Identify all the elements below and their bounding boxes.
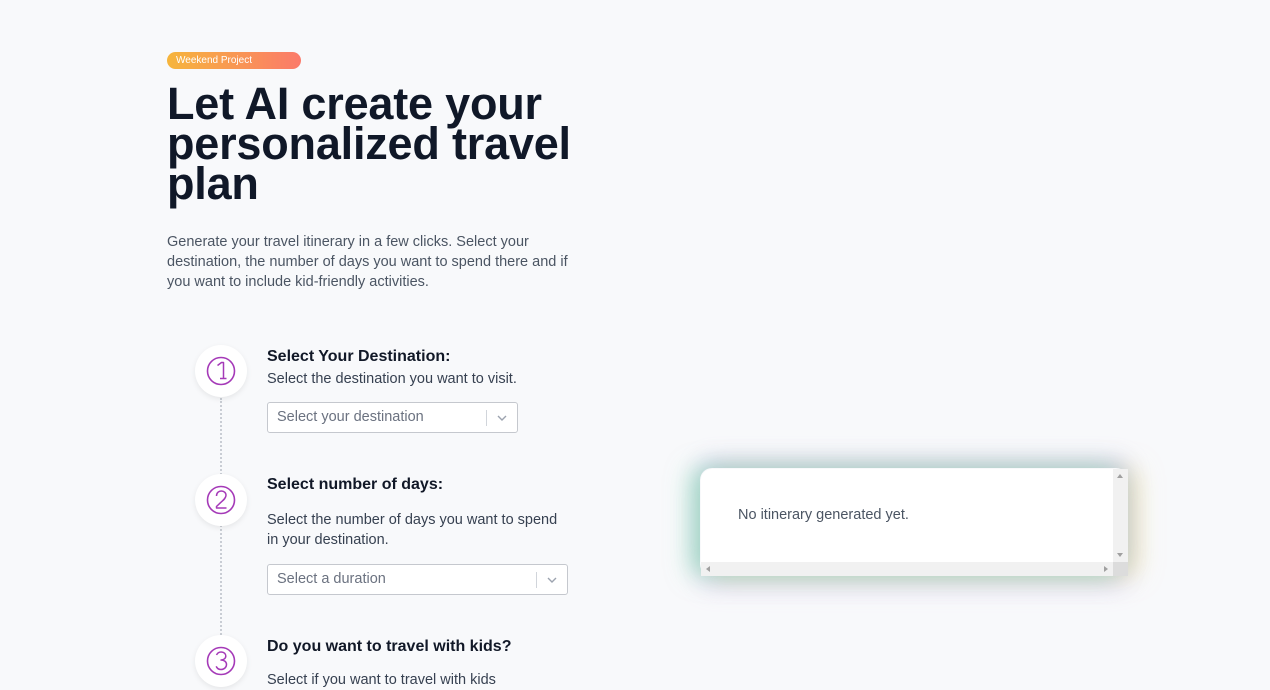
scroll-right-arrow-icon[interactable] bbox=[1104, 566, 1108, 572]
select-separator bbox=[536, 572, 537, 588]
page-title: Let AI create your personalized travel p… bbox=[167, 78, 571, 209]
scroll-left-arrow-icon[interactable] bbox=[706, 566, 710, 572]
duration-select-placeholder: Select a duration bbox=[277, 571, 386, 587]
step-2-title: Select number of days: bbox=[267, 476, 444, 493]
step-3-marker bbox=[195, 635, 247, 687]
itinerary-panel[interactable]: No itinerary generated yet. bbox=[701, 469, 1128, 576]
step-2-marker bbox=[195, 474, 247, 526]
step-1-marker bbox=[195, 345, 247, 397]
step-1-title: Select Your Destination: bbox=[267, 348, 451, 365]
itinerary-empty-message: No itinerary generated yet. bbox=[738, 507, 909, 523]
page-description: Generate your travel itinerary in a few … bbox=[167, 234, 568, 290]
step-3-description: Select if you want to travel with kids bbox=[267, 672, 496, 688]
scroll-up-arrow-icon[interactable] bbox=[1117, 474, 1123, 478]
destination-select[interactable]: Select your destination bbox=[267, 402, 518, 433]
weekend-project-badge: Weekend Project bbox=[167, 52, 301, 69]
destination-select-placeholder: Select your destination bbox=[277, 409, 424, 425]
chevron-down-icon[interactable] bbox=[496, 412, 508, 424]
duration-select[interactable]: Select a duration bbox=[267, 564, 568, 595]
circled-number-3-icon bbox=[206, 646, 236, 676]
step-3-title: Do you want to travel with kids? bbox=[267, 638, 512, 655]
circled-number-2-icon bbox=[206, 485, 236, 515]
vertical-scrollbar[interactable] bbox=[1113, 469, 1128, 562]
select-separator bbox=[486, 410, 487, 426]
circled-number-1-icon bbox=[206, 356, 236, 386]
chevron-down-icon[interactable] bbox=[546, 574, 558, 586]
scroll-down-arrow-icon[interactable] bbox=[1117, 553, 1123, 557]
step-2-description: Select the number of days you want to sp… bbox=[267, 512, 558, 548]
horizontal-scrollbar[interactable] bbox=[701, 562, 1113, 576]
scrollbar-corner bbox=[1113, 562, 1128, 576]
step-1-description: Select the destination you want to visit… bbox=[267, 371, 517, 387]
